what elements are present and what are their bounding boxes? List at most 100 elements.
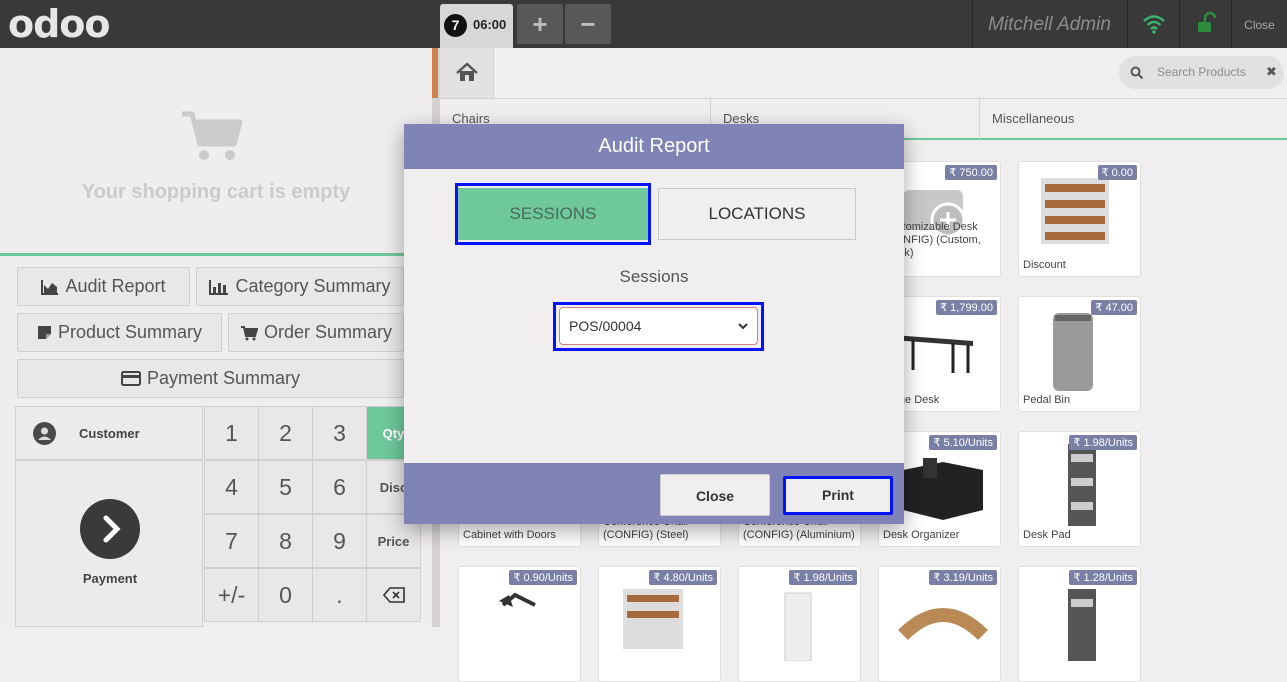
- white-box-image: [753, 575, 848, 662]
- sessions-highlight: [455, 183, 651, 245]
- numpad-key-1[interactable]: 1: [204, 406, 259, 460]
- order-summary-button[interactable]: Order Summary: [228, 313, 404, 352]
- cart-empty-message: Your shopping cart is empty: [81, 181, 351, 203]
- audit-report-dialog: Audit Report SESSIONS LOCATIONS Sessions…: [404, 124, 904, 524]
- numpad-key-8[interactable]: 8: [258, 514, 313, 568]
- odoo-logo: odoo: [8, 2, 111, 46]
- product-price: ₹ 47.00: [1091, 300, 1137, 315]
- bar-chart-icon: [209, 279, 229, 295]
- numpad-key-9[interactable]: 9: [312, 514, 367, 568]
- product-card[interactable]: ₹ 1.98/Units: [738, 566, 861, 682]
- home-icon: [456, 62, 478, 81]
- numpad-key-4[interactable]: 4: [204, 460, 259, 514]
- search-box[interactable]: Search Products ✖: [1119, 56, 1284, 89]
- product-card[interactable]: ₹ 1.28/Units: [1018, 566, 1141, 682]
- customer-label: Customer: [79, 426, 140, 441]
- product-summary-button[interactable]: Product Summary: [17, 313, 222, 352]
- product-card[interactable]: ₹ 0.90/Units: [458, 566, 581, 682]
- order-time: 06:00: [473, 17, 507, 32]
- area-chart-icon: [41, 279, 59, 295]
- numpad-key-0[interactable]: 0: [258, 568, 313, 622]
- order-summary-label: Order Summary: [263, 322, 393, 342]
- category-summary-button[interactable]: Category Summary: [196, 267, 404, 306]
- order-number: 7: [444, 14, 467, 37]
- numpad-key-sign[interactable]: +/-: [204, 568, 259, 622]
- wifi-icon: [1127, 0, 1179, 48]
- search-input[interactable]: Search Products: [1157, 65, 1246, 79]
- product-name: Desk Pad: [1023, 529, 1071, 541]
- discount-product-image: [1033, 170, 1128, 256]
- product-price: ₹ 4.80/Units: [649, 570, 717, 585]
- close-button[interactable]: Close: [660, 474, 770, 516]
- chevron-right-icon: [80, 499, 140, 559]
- product-name: Pedal Bin: [1023, 394, 1071, 406]
- close-session-button[interactable]: Close: [1231, 0, 1287, 48]
- lamp-image: [473, 575, 568, 661]
- audit-report-label: Audit Report: [65, 276, 166, 296]
- wooden-stand-image: [893, 575, 988, 661]
- product-summary-label: Product Summary: [57, 322, 203, 342]
- product-card[interactable]: ₹ 3.19/Units: [878, 566, 1001, 682]
- payment-summary-button[interactable]: Payment Summary: [17, 359, 404, 398]
- tab-locations[interactable]: LOCATIONS: [658, 188, 856, 240]
- product-price: ₹ 0.00: [1097, 165, 1137, 180]
- product-name: Cabinet with Doors: [463, 529, 556, 541]
- product-price: ₹ 1.98/Units: [1069, 435, 1137, 450]
- print-button[interactable]: Print: [783, 476, 893, 515]
- dialog-footer: Close Print: [404, 463, 904, 524]
- clear-search-icon[interactable]: ✖: [1266, 64, 1277, 80]
- numpad-key-5[interactable]: 5: [258, 460, 313, 514]
- numpad-key-2[interactable]: 2: [258, 406, 313, 460]
- numpad-key-6[interactable]: 6: [312, 460, 367, 514]
- unlock-icon[interactable]: [1179, 0, 1231, 48]
- shopping-cart: Your shopping cart is empty: [0, 48, 432, 256]
- cart-icon: [180, 110, 244, 169]
- product-price: ₹ 5.10/Units: [929, 435, 997, 450]
- product-price: ₹ 1,799.00: [936, 300, 997, 315]
- sticky-note-icon: [37, 326, 51, 339]
- shelf-image: [613, 575, 708, 661]
- payment-label: Payment: [82, 571, 138, 586]
- cart-small-icon: [240, 325, 258, 340]
- numpad-key-dot[interactable]: .: [312, 568, 367, 622]
- product-price: ₹ 750.00: [945, 165, 997, 180]
- payment-summary-label: Payment Summary: [146, 368, 301, 388]
- sessions-label: Sessions: [619, 267, 689, 286]
- desk-pad-image: [1033, 440, 1128, 526]
- user-icon: [33, 422, 56, 445]
- backspace-button[interactable]: [366, 568, 421, 622]
- large-desk-image: [893, 305, 988, 391]
- product-card[interactable]: ₹ 4.80/Units: [598, 566, 721, 682]
- add-order-button[interactable]: +: [517, 4, 563, 44]
- product-card[interactable]: ₹ 47.00 Pedal Bin: [1018, 296, 1141, 412]
- remove-order-button[interactable]: −: [565, 4, 611, 44]
- product-card[interactable]: ₹ 1.98/Units Desk Pad: [1018, 431, 1141, 547]
- product-price: ₹ 0.90/Units: [509, 570, 577, 585]
- divider-accent: [432, 48, 438, 98]
- numpad-key-3[interactable]: 3: [312, 406, 367, 460]
- numpad-key-7[interactable]: 7: [204, 514, 259, 568]
- category-summary-label: Category Summary: [235, 276, 391, 296]
- desk-organizer-image: [893, 440, 988, 526]
- home-category-button[interactable]: [440, 48, 494, 98]
- category-miscellaneous[interactable]: Miscellaneous: [980, 99, 1287, 139]
- product-price: ₹ 1.98/Units: [789, 570, 857, 585]
- backspace-icon: [382, 587, 405, 603]
- pedal-bin-image: [1033, 305, 1128, 391]
- audit-report-button[interactable]: Audit Report: [17, 267, 190, 306]
- payment-button[interactable]: Payment: [15, 460, 203, 627]
- select-highlight: [553, 302, 764, 351]
- cabinet-image: [1033, 575, 1128, 661]
- customer-button[interactable]: Customer: [15, 406, 203, 460]
- dialog-title: Audit Report: [404, 124, 904, 169]
- top-bar: odoo 7 06:00 + − Mitchell Admin Close: [0, 0, 1287, 48]
- user-name: Mitchell Admin: [972, 0, 1126, 48]
- product-name: Desk Organizer: [883, 529, 960, 541]
- product-price: ₹ 1.28/Units: [1069, 570, 1137, 585]
- order-tab[interactable]: 7 06:00: [440, 4, 513, 48]
- search-icon: [1130, 66, 1144, 80]
- credit-card-icon: [120, 371, 141, 386]
- product-price: ₹ 3.19/Units: [929, 570, 997, 585]
- product-card[interactable]: ₹ 0.00 Discount: [1018, 161, 1141, 277]
- product-name: Discount: [1023, 259, 1066, 271]
